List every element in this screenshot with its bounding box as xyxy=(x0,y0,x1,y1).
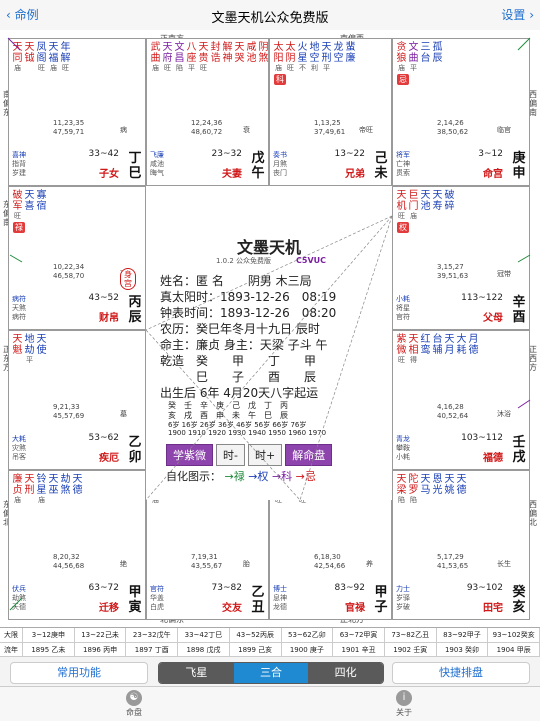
settings-button[interactable]: 设置 › xyxy=(501,6,534,23)
liunian-cell[interactable]: 1900 庚子 xyxy=(282,643,334,657)
liunian-cell[interactable]: 1899 己亥 xyxy=(230,643,282,657)
liunian-cell[interactable]: 1903 癸卯 xyxy=(437,643,489,657)
dayun-cell[interactable]: 43~52丙辰 xyxy=(230,628,282,642)
common-functions-button[interactable]: 常用功能 xyxy=(10,662,148,684)
dayun-cell[interactable]: 13~22己未 xyxy=(75,628,127,642)
dayun-cell[interactable]: 3~12庚申 xyxy=(23,628,75,642)
settings-label: 设置 xyxy=(501,8,526,22)
dayun-row: 大限 3~12庚申 13~22己未 23~32戊午 33~42丁巳 43~52丙… xyxy=(0,628,540,643)
body-palace-tag: 身宫 xyxy=(120,268,136,290)
sanfang-lines xyxy=(7,37,531,611)
liunian-cell[interactable]: 1895 乙未 xyxy=(23,643,75,657)
liunian-cell[interactable]: 1904 甲辰 xyxy=(488,643,540,657)
dayun-cell[interactable]: 63~72甲寅 xyxy=(333,628,385,642)
chart-icon: ☯ xyxy=(126,690,142,706)
liunian-row-label: 流年 xyxy=(0,643,23,657)
tab-mingpan[interactable]: ☯ 命盘 xyxy=(114,690,154,718)
tab-bar: ☯ 命盘 i 关于 xyxy=(0,686,540,721)
liunian-cell[interactable]: 1902 壬寅 xyxy=(385,643,437,657)
quick-chart-button[interactable]: 快捷排盘 xyxy=(392,662,530,684)
tab-about-label: 关于 xyxy=(396,708,412,717)
dayun-cell[interactable]: 53~62乙卯 xyxy=(282,628,334,642)
dayun-cell[interactable]: 93~102癸亥 xyxy=(488,628,540,642)
dayun-cell[interactable]: 73~82乙丑 xyxy=(385,628,437,642)
liunian-cell[interactable]: 1897 丁酉 xyxy=(126,643,179,657)
dayun-liunian-table: 大限 3~12庚申 13~22己未 23~32戊午 33~42丁巳 43~52丙… xyxy=(0,627,540,658)
tab-about[interactable]: i 关于 xyxy=(384,690,424,718)
info-icon: i xyxy=(396,690,412,706)
dayun-cell[interactable]: 23~32戊午 xyxy=(126,628,179,642)
chart-mode-segment: 飞星 三合 四化 xyxy=(158,662,384,684)
nav-bar: ‹ 命例 文墨天机公众免费版 设置 › xyxy=(0,0,540,31)
dayun-row-label: 大限 xyxy=(0,628,23,642)
liunian-cell[interactable]: 1898 戊戌 xyxy=(178,643,230,657)
mode-feixing-tab[interactable]: 飞星 xyxy=(159,663,234,683)
mode-sihua-tab[interactable]: 四化 xyxy=(308,663,383,683)
mode-sanhe-tab[interactable]: 三合 xyxy=(233,663,309,683)
dayun-cell[interactable]: 33~42丁巳 xyxy=(178,628,230,642)
ziwei-chart-board: 正南方 南偏西 南偏东 东偏南 正东方 东偏北 西偏南 正西方 西偏北 北偏东 … xyxy=(0,30,540,627)
function-bar: 常用功能 飞星 三合 四化 快捷排盘 xyxy=(0,656,540,687)
liunian-cell[interactable]: 1896 丙申 xyxy=(75,643,127,657)
page-title: 文墨天机公众免费版 xyxy=(211,11,329,26)
tab-mingpan-label: 命盘 xyxy=(126,708,142,717)
dayun-cell[interactable]: 83~92甲子 xyxy=(437,628,489,642)
liunian-cell[interactable]: 1901 辛丑 xyxy=(333,643,385,657)
